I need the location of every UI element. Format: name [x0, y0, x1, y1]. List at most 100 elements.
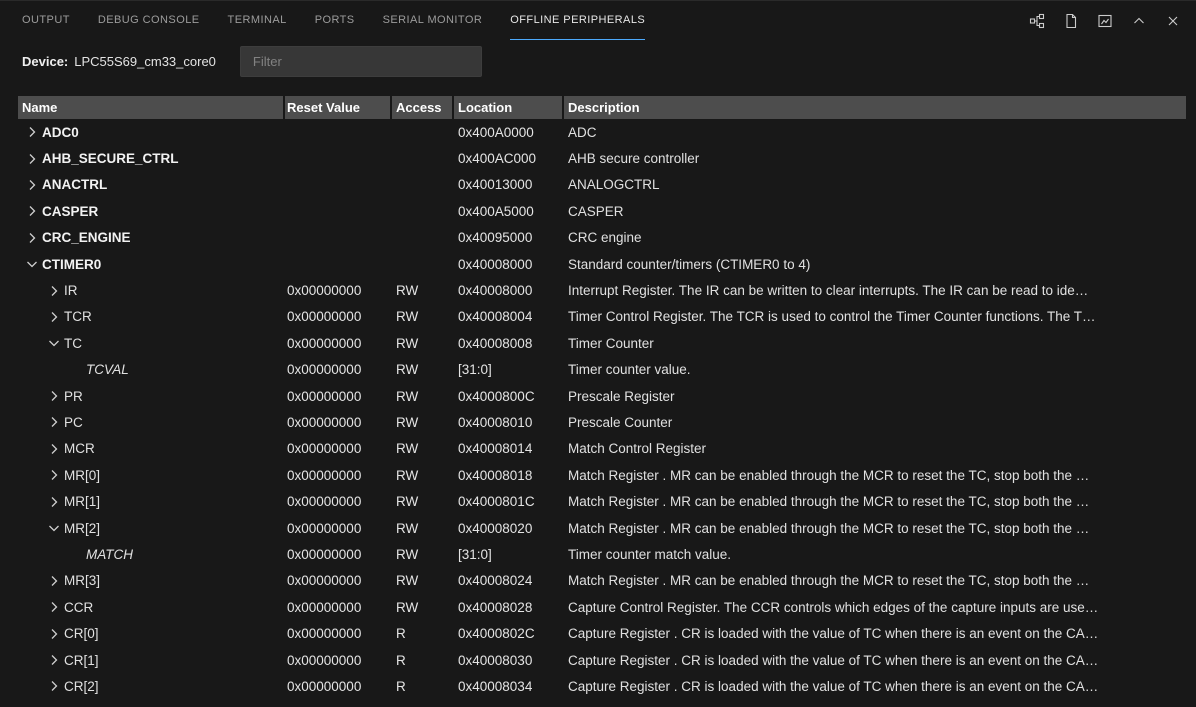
table-row[interactable]: CR[0] 0x00000000 R 0x4000802C Capture Re… [18, 620, 1186, 646]
location-value: 0x40095000 [454, 230, 564, 245]
name-cell: IR [18, 283, 285, 299]
chevron-up-icon[interactable] [1130, 12, 1148, 30]
device-bar: Device: LPC55S69_cm33_core0 [0, 40, 1196, 82]
access-value: RW [392, 468, 454, 483]
expand-chevron-icon[interactable] [46, 626, 62, 642]
name-cell: MR[1] [18, 494, 285, 510]
tab-label: DEBUG CONSOLE [98, 14, 200, 26]
expand-chevron-icon[interactable] [46, 414, 62, 430]
expand-chevron-icon[interactable] [24, 256, 40, 272]
access-value: RW [392, 362, 454, 377]
expand-chevron-icon[interactable] [46, 283, 62, 299]
register-name: CR[2] [62, 679, 99, 694]
description-value: Match Register . MR can be enabled throu… [564, 521, 1186, 536]
name-cell: MR[0] [18, 467, 285, 483]
register-name: MATCH [84, 547, 133, 562]
description-value: Timer Counter [564, 336, 1186, 351]
expand-chevron-icon[interactable] [46, 573, 62, 589]
reset-value: 0x00000000 [285, 573, 392, 588]
reset-value: 0x00000000 [285, 600, 392, 615]
reset-value: 0x00000000 [285, 679, 392, 694]
access-value: R [392, 679, 454, 694]
location-value: 0x40008020 [454, 521, 564, 536]
table-row[interactable]: MCR 0x00000000 RW 0x40008014 Match Contr… [18, 436, 1186, 462]
expand-chevron-icon[interactable] [46, 335, 62, 351]
tab-serial-monitor[interactable]: SERIAL MONITOR [383, 1, 483, 40]
close-icon[interactable] [1164, 12, 1182, 30]
table-row[interactable]: MR[3] 0x00000000 RW 0x40008024 Match Reg… [18, 568, 1186, 594]
table-row[interactable]: TCR 0x00000000 RW 0x40008004 Timer Contr… [18, 304, 1186, 330]
reset-value: 0x00000000 [285, 441, 392, 456]
table-row[interactable]: CCR 0x00000000 RW 0x40008028 Capture Con… [18, 594, 1186, 620]
location-value: 0x4000802C [454, 626, 564, 641]
expand-chevron-icon[interactable] [46, 678, 62, 694]
new-file-icon[interactable] [1062, 12, 1080, 30]
location-value: 0x40008028 [454, 600, 564, 615]
table-row[interactable]: AHB_SECURE_CTRL 0x400AC000 AHB secure co… [18, 145, 1186, 171]
location-value: 0x400A0000 [454, 125, 564, 140]
table-row[interactable]: IR 0x00000000 RW 0x40008000 Interrupt Re… [18, 277, 1186, 303]
name-cell: CASPER [18, 203, 285, 219]
filter-input[interactable] [240, 46, 482, 77]
table-row[interactable]: MR[1] 0x00000000 RW 0x4000801C Match Reg… [18, 488, 1186, 514]
location-value: 0x40008010 [454, 415, 564, 430]
reset-value: 0x00000000 [285, 653, 392, 668]
location-value: 0x4000801C [454, 494, 564, 509]
expand-chevron-icon[interactable] [46, 652, 62, 668]
tab-ports[interactable]: PORTS [315, 1, 355, 40]
location-value: 0x40008000 [454, 283, 564, 298]
expand-chevron-icon[interactable] [46, 309, 62, 325]
expand-chevron-icon[interactable] [46, 520, 62, 536]
name-cell: ANACTRL [18, 177, 285, 193]
expand-chevron-icon[interactable] [24, 203, 40, 219]
tab-debug-console[interactable]: DEBUG CONSOLE [98, 1, 200, 40]
description-value: Capture Register . CR is loaded with the… [564, 653, 1186, 668]
access-value: RW [392, 309, 454, 324]
table-row[interactable]: ADC0 0x400A0000 ADC [18, 119, 1186, 145]
table-row[interactable]: CASPER 0x400A5000 CASPER [18, 198, 1186, 224]
table-body: ADC0 0x400A0000 ADC AHB_SECURE_CTRL 0x40… [18, 119, 1186, 700]
expand-chevron-icon [68, 546, 84, 562]
reset-value: 0x00000000 [285, 415, 392, 430]
table-row[interactable]: CRC_ENGINE 0x40095000 CRC engine [18, 225, 1186, 251]
reset-value: 0x00000000 [285, 494, 392, 509]
register-name: MR[0] [62, 468, 100, 483]
expand-chevron-icon[interactable] [46, 441, 62, 457]
table-row[interactable]: PR 0x00000000 RW 0x4000800C Prescale Reg… [18, 383, 1186, 409]
tab-label: SERIAL MONITOR [383, 14, 483, 26]
register-name: MR[3] [62, 573, 100, 588]
tab-output[interactable]: OUTPUT [22, 1, 70, 40]
table-row[interactable]: TCVAL 0x00000000 RW [31:0] Timer counter… [18, 357, 1186, 383]
register-name: CR[0] [62, 626, 99, 641]
expand-chevron-icon[interactable] [24, 151, 40, 167]
table-row[interactable]: MR[0] 0x00000000 RW 0x40008018 Match Reg… [18, 462, 1186, 488]
expand-chevron-icon[interactable] [46, 494, 62, 510]
reset-value: 0x00000000 [285, 283, 392, 298]
table-row[interactable]: MR[2] 0x00000000 RW 0x40008020 Match Reg… [18, 515, 1186, 541]
reset-value: 0x00000000 [285, 389, 392, 404]
table-row[interactable]: CR[2] 0x00000000 R 0x40008034 Capture Re… [18, 673, 1186, 699]
hierarchy-icon[interactable] [1028, 12, 1046, 30]
name-cell: PC [18, 414, 285, 430]
table-row[interactable]: CTIMER0 0x40008000 Standard counter/time… [18, 251, 1186, 277]
location-value: 0x40008008 [454, 336, 564, 351]
table-row[interactable]: CR[1] 0x00000000 R 0x40008030 Capture Re… [18, 647, 1186, 673]
table-row[interactable]: PC 0x00000000 RW 0x40008010 Prescale Cou… [18, 409, 1186, 435]
expand-chevron-icon[interactable] [24, 230, 40, 246]
column-header-description: Description [564, 96, 1186, 119]
tab-terminal[interactable]: TERMINAL [228, 1, 287, 40]
register-name: TCVAL [84, 362, 129, 377]
frame-icon[interactable] [1096, 12, 1114, 30]
name-cell: CCR [18, 599, 285, 615]
table-row[interactable]: ANACTRL 0x40013000 ANALOGCTRL [18, 172, 1186, 198]
panel-tab-bar: OUTPUT DEBUG CONSOLE TERMINAL PORTS SERI… [0, 0, 1196, 40]
table-row[interactable]: TC 0x00000000 RW 0x40008008 Timer Counte… [18, 330, 1186, 356]
tab-offline-peripherals[interactable]: OFFLINE PERIPHERALS [510, 1, 645, 40]
expand-chevron-icon[interactable] [24, 177, 40, 193]
expand-chevron-icon[interactable] [46, 599, 62, 615]
access-value: RW [392, 573, 454, 588]
expand-chevron-icon[interactable] [46, 388, 62, 404]
expand-chevron-icon[interactable] [24, 124, 40, 140]
table-row[interactable]: MATCH 0x00000000 RW [31:0] Timer counter… [18, 541, 1186, 567]
expand-chevron-icon[interactable] [46, 467, 62, 483]
